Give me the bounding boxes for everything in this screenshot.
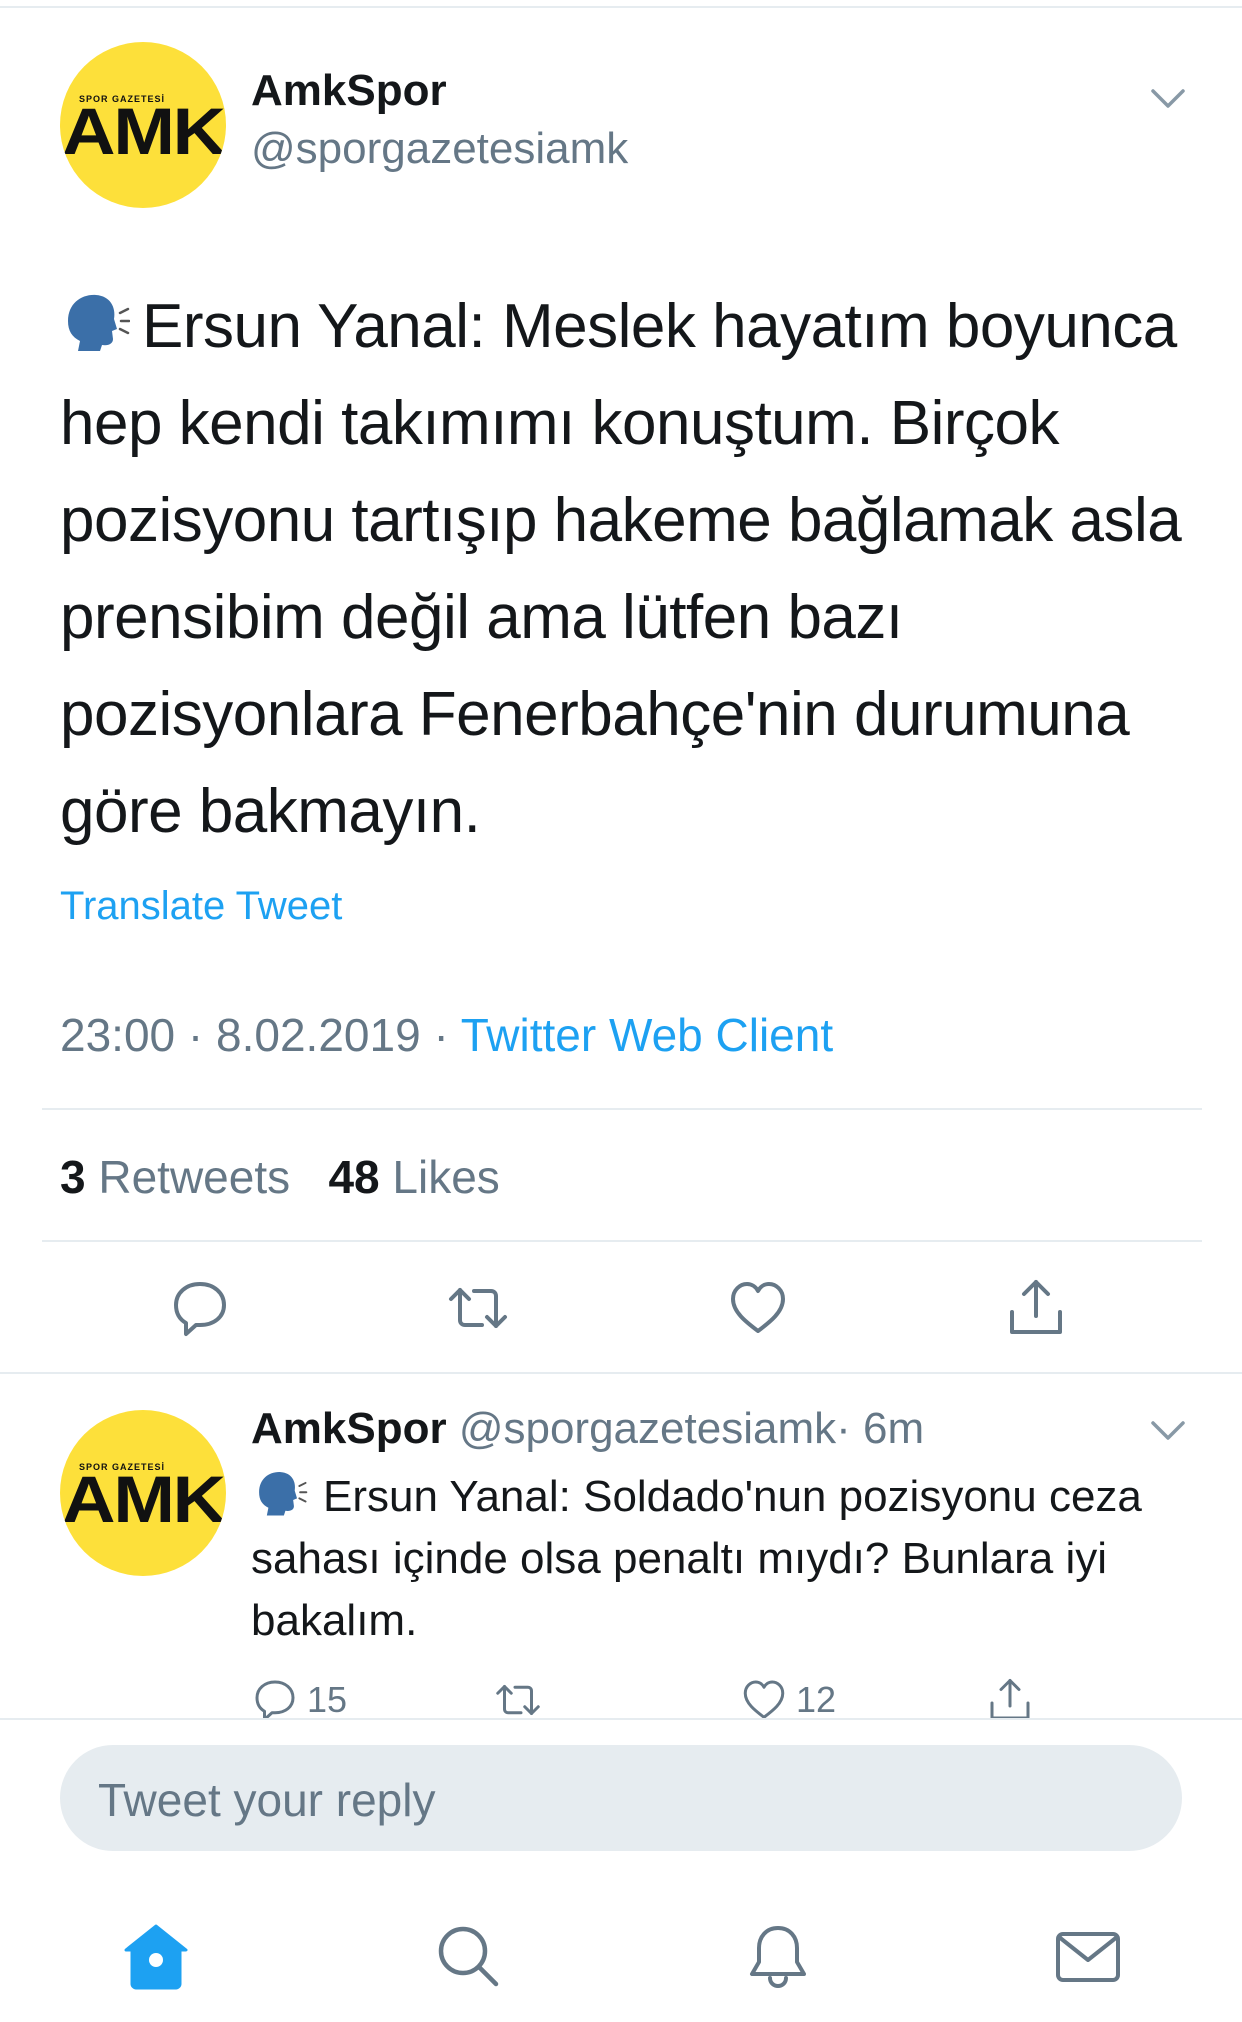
reply-author-name[interactable]: AmkSpor [251, 1404, 447, 1453]
divider [42, 1240, 1202, 1242]
tweet-time: 23:00 [60, 1009, 176, 1061]
author-handle[interactable]: @sporgazetesiamk [251, 124, 628, 174]
meta-separator: · [187, 1009, 204, 1061]
tab-notifications[interactable] [742, 1920, 814, 1992]
share-button[interactable] [1004, 1276, 1068, 1340]
share-icon [1010, 1280, 1062, 1334]
chevron-down-icon[interactable] [1150, 1420, 1186, 1442]
reply-like-button[interactable]: 12 [740, 1679, 837, 1720]
reply-count: 15 [307, 1679, 348, 1720]
likes-label: Likes [392, 1151, 500, 1203]
reply-age: · 6m [836, 1404, 925, 1453]
reply-author-avatar[interactable]: SPOR GAZETESİ AMK [60, 1410, 226, 1576]
retweet-icon [496, 1685, 540, 1715]
reply-placeholder: Tweet your reply [98, 1774, 436, 1826]
divider [42, 1108, 1202, 1110]
top-divider [0, 6, 1242, 8]
speaking-head-emoji [259, 1472, 308, 1516]
heart-icon [743, 1680, 785, 1719]
reply-header: AmkSpor @sporgazetesiamk· 6m [251, 1404, 924, 1454]
tweet-date: 8.02.2019 [216, 1009, 421, 1061]
divider [0, 1372, 1242, 1374]
retweets-count: 3 [60, 1151, 86, 1203]
reply-share-button[interactable] [986, 1679, 1042, 1720]
like-count: 12 [796, 1679, 837, 1720]
reply-input[interactable]: Tweet your reply [60, 1745, 1182, 1851]
search-icon [438, 1926, 499, 1987]
avatar-logo-text: AMK [62, 94, 226, 168]
retweets-stat[interactable]: 3 Retweets [60, 1151, 290, 1203]
speaking-head-emoji [68, 294, 130, 351]
reply-icon [255, 1680, 295, 1721]
tweet-text-content: Ersun Yanal: Meslek hayatım boyunca hep … [60, 292, 1182, 846]
tweet-stats: 3 Retweets 48 Likes [60, 1150, 500, 1204]
reply-author-handle[interactable]: @sporgazetesiamk [459, 1404, 836, 1453]
reply-text-content: Ersun Yanal: Soldado'nun pozisyonu ceza … [251, 1472, 1142, 1645]
tweet-text: Ersun Yanal: Meslek hayatım boyunca hep … [60, 278, 1190, 860]
author-avatar[interactable]: SPOR GAZETESİ AMK [60, 42, 226, 208]
likes-count: 48 [328, 1151, 380, 1203]
tab-home[interactable] [120, 1920, 192, 1992]
likes-stat[interactable]: 48 Likes [328, 1151, 499, 1203]
author-name[interactable]: AmkSpor [251, 66, 447, 116]
bell-icon [750, 1926, 806, 1989]
tweet-source-link[interactable]: Twitter Web Client [461, 1009, 833, 1061]
tweet-meta: 23:00 · 8.02.2019 · Twitter Web Client [60, 1008, 833, 1062]
reply-reply-button[interactable]: 15 [251, 1679, 348, 1721]
avatar-logo-text: AMK [62, 1462, 226, 1536]
reply-retweet-button[interactable] [494, 1680, 550, 1720]
tab-messages[interactable] [1052, 1920, 1124, 1992]
retweets-label: Retweets [98, 1151, 291, 1203]
translate-tweet-link[interactable]: Translate Tweet [60, 884, 342, 929]
reply-icon [174, 1282, 226, 1336]
reply-text[interactable]: Ersun Yanal: Soldado'nun pozisyonu ceza … [251, 1466, 1151, 1652]
heart-icon [731, 1282, 785, 1333]
home-icon [124, 1924, 188, 1990]
meta-separator: · [433, 1009, 449, 1061]
like-button[interactable] [726, 1276, 790, 1340]
reply-button[interactable] [168, 1276, 232, 1340]
divider [0, 1718, 1242, 1720]
chevron-down-icon[interactable] [1150, 88, 1186, 110]
retweet-button[interactable] [446, 1276, 510, 1340]
envelope-icon [1056, 1932, 1120, 1982]
share-icon [990, 1679, 1030, 1720]
tab-search[interactable] [432, 1920, 504, 1992]
retweet-icon [449, 1288, 507, 1328]
